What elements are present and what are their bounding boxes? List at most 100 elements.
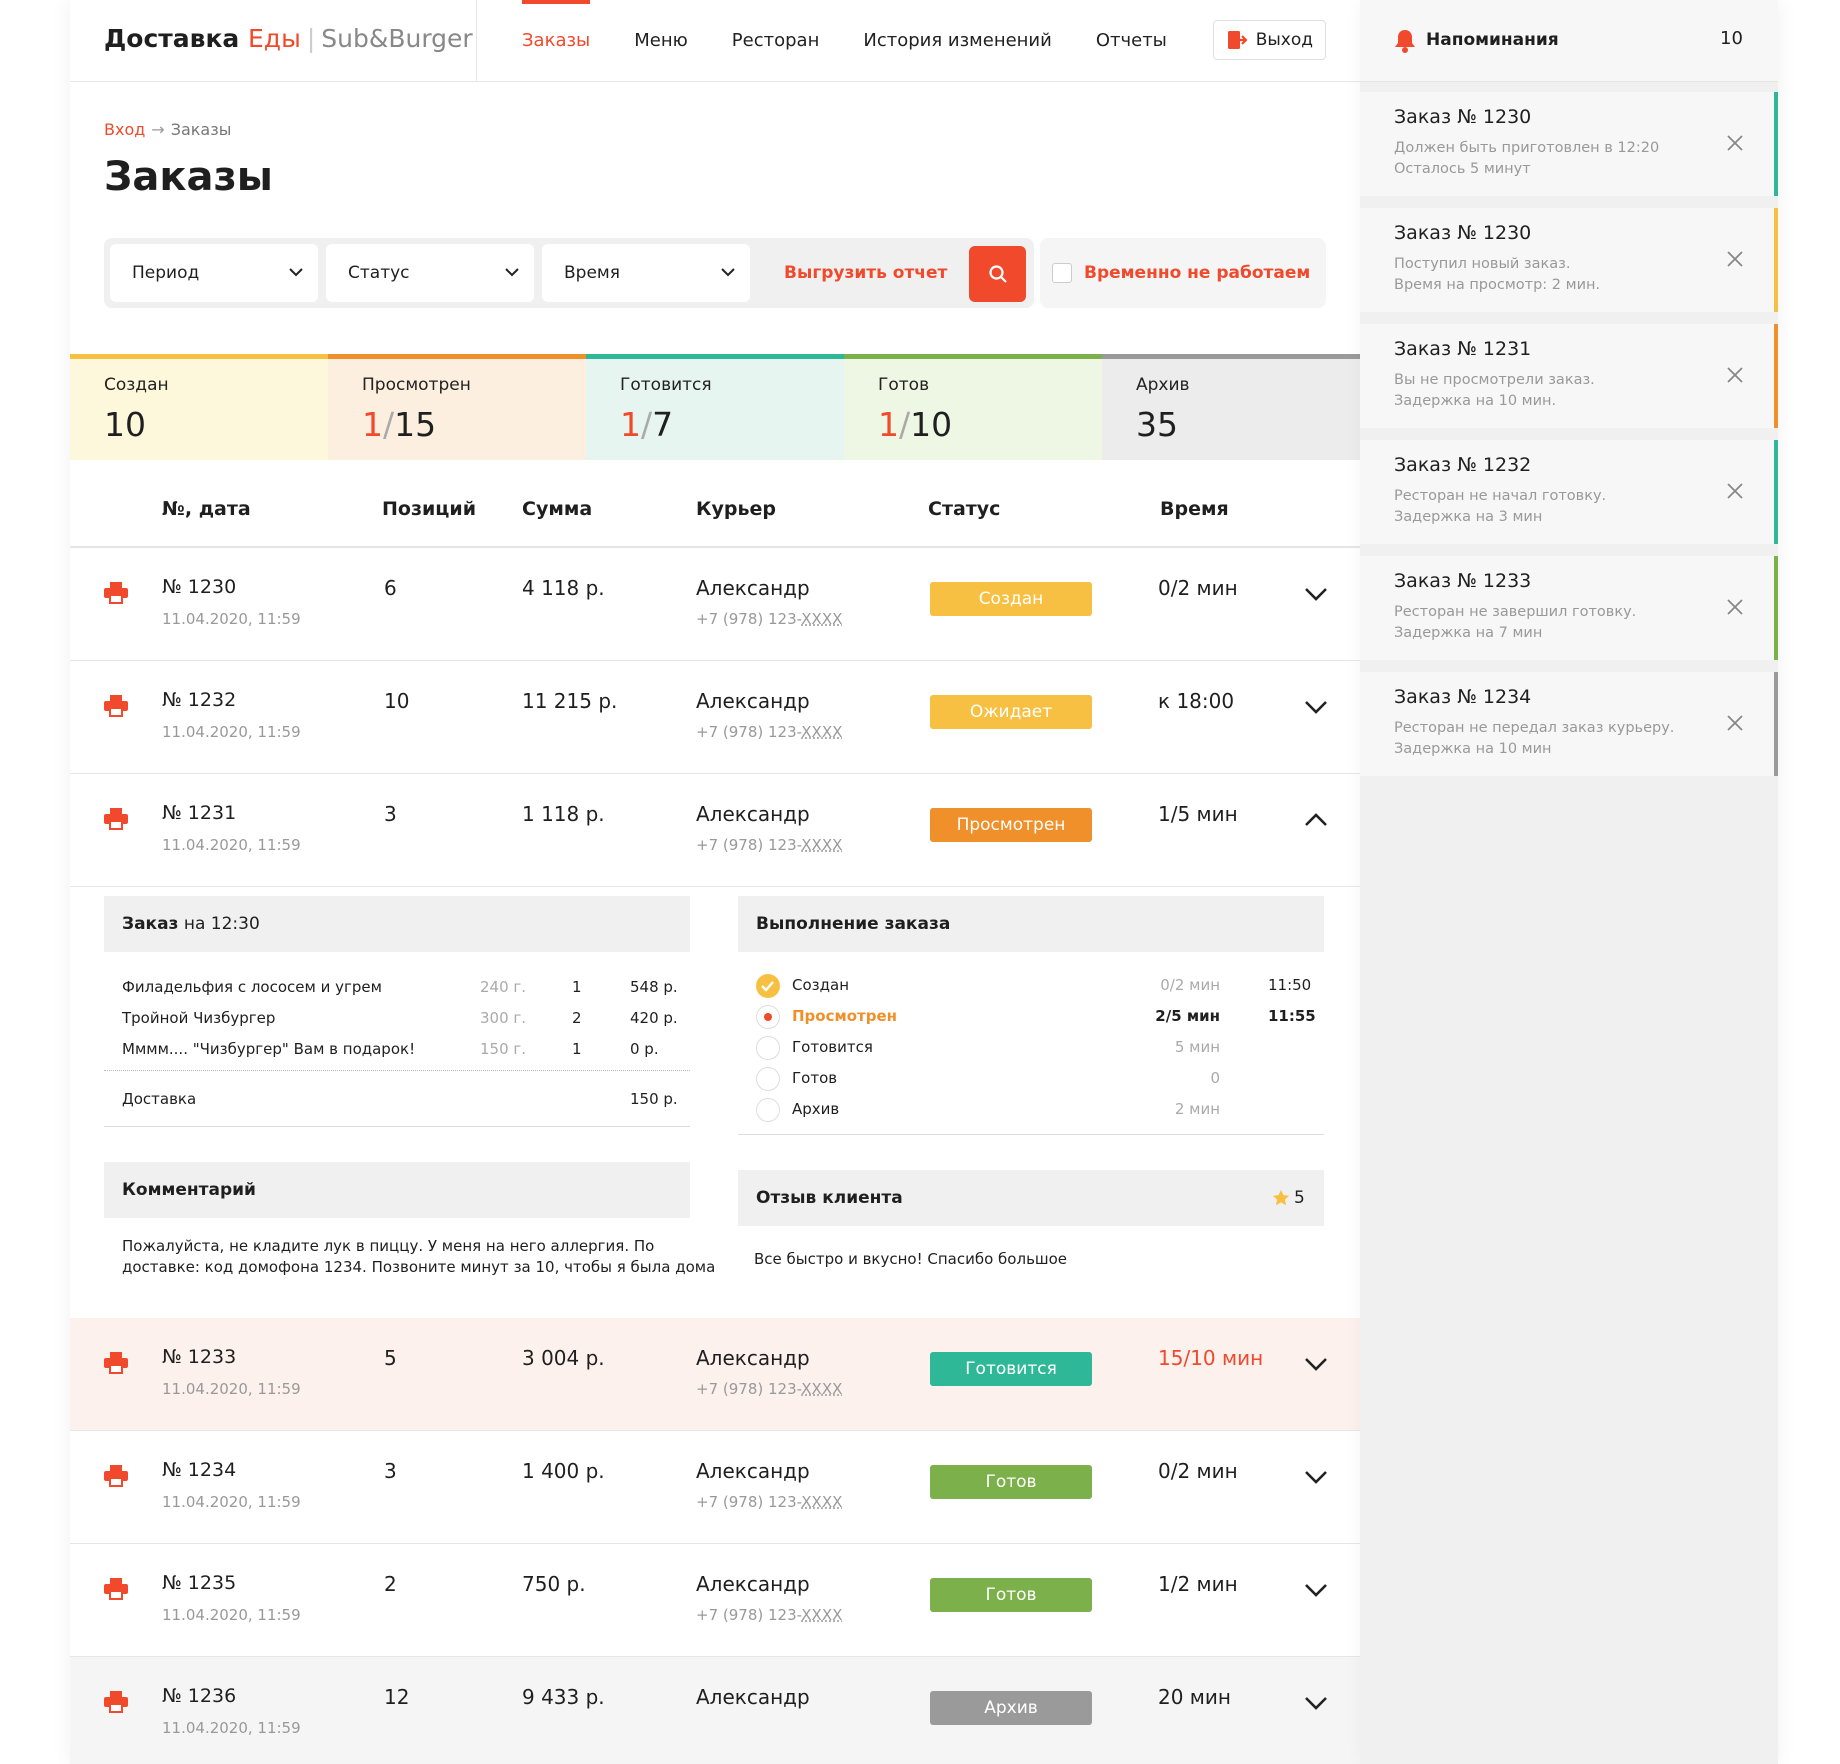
chevron-down-icon[interactable] (1304, 1695, 1328, 1715)
delivery-price: 150 р. (630, 1090, 678, 1108)
reminder-text: Ресторан не завершил готовку. Задержка н… (1394, 604, 1637, 641)
order-positions: 5 (384, 1346, 397, 1370)
stat-0[interactable]: Создан 10 (70, 354, 328, 460)
table-row[interactable]: № 1234 11.04.2020, 11:59 3 1 400 р. Александ… (70, 1431, 1360, 1544)
close-icon[interactable] (1726, 482, 1744, 504)
status-badge: Создан (930, 582, 1092, 616)
reminder-card[interactable]: Заказ № 1230 Должен быть приготовлен в 12… (1360, 92, 1778, 196)
close-icon[interactable] (1726, 134, 1744, 156)
order-time: 1/2 мин (1158, 1572, 1238, 1596)
courier-phone[interactable]: +7 (978) 123-XXXX (696, 836, 842, 854)
search-icon (988, 265, 1007, 283)
printer-icon[interactable] (104, 808, 128, 834)
chevron-up-icon[interactable] (1304, 812, 1328, 832)
courier-name: Александр (696, 689, 810, 713)
table-row[interactable]: № 1232 11.04.2020, 11:59 10 11 215 р. Алекса… (70, 661, 1360, 774)
reminder-card[interactable]: Заказ № 1233 Ресторан не завершил готовку… (1360, 556, 1778, 660)
item-qty: 1 (572, 1040, 582, 1058)
chevron-down-icon[interactable] (1304, 699, 1328, 719)
status-stats: Создан 10 Просмотрен 1/15 Готовится 1/7 Готов 1… (70, 354, 1360, 460)
table-row[interactable]: № 1233 11.04.2020, 11:59 5 3 004 р. Александ… (70, 1318, 1360, 1431)
courier-phone[interactable]: +7 (978) 123-XXXX (696, 1606, 842, 1624)
table-row[interactable]: № 1230 11.04.2020, 11:59 6 4 118 р. Александ… (70, 548, 1360, 661)
status-select[interactable]: Статус (326, 244, 534, 302)
item-weight: 150 г. (480, 1040, 527, 1058)
reminder-card[interactable]: Заказ № 1231 Вы не просмотрели заказ. Зад… (1360, 324, 1778, 428)
order-positions: 3 (384, 1459, 397, 1483)
order-positions: 2 (384, 1572, 397, 1596)
stat-label: Создан (104, 375, 169, 395)
table-row[interactable]: № 1235 11.04.2020, 11:59 2 750 р. Александр +… (70, 1544, 1360, 1657)
courier-phone[interactable]: +7 (978) 123-XXXX (696, 1380, 842, 1398)
chevron-down-icon (505, 268, 519, 277)
breadcrumb-home[interactable]: Вход (104, 120, 145, 139)
nav-restaurant[interactable]: Ресторан (732, 0, 820, 82)
reminder-card[interactable]: Заказ № 1232 Ресторан не начал готовку. З… (1360, 440, 1778, 544)
header: Доставка Еды | Sub&Burger Заказы Меню Рест… (70, 0, 1360, 82)
stat-value: 10 (104, 405, 146, 444)
delivery-label: Доставка (122, 1090, 197, 1108)
printer-icon[interactable] (104, 695, 128, 721)
order-sum: 4 118 р. (522, 576, 605, 600)
stat-3[interactable]: Готов 1/10 (844, 354, 1102, 460)
reminder-title: Заказ № 1230 (1394, 106, 1532, 128)
reminders-header: Напоминания 10 (1360, 0, 1778, 82)
step-duration: 0 (1210, 1069, 1220, 1087)
close-icon[interactable] (1726, 366, 1744, 388)
reminder-card[interactable]: Заказ № 1234 Ресторан не передал заказ ку… (1360, 672, 1778, 776)
stat-2[interactable]: Готовится 1/7 (586, 354, 844, 460)
close-icon[interactable] (1726, 598, 1744, 620)
chevron-down-icon[interactable] (1304, 1469, 1328, 1489)
printer-icon[interactable] (104, 1691, 128, 1717)
printer-icon[interactable] (104, 1352, 128, 1378)
stat-4[interactable]: Архив 35 (1102, 354, 1360, 460)
period-select[interactable]: Период (110, 244, 318, 302)
order-detail: Заказ на 12:30 Филадельфия с лососем и у… (70, 888, 1360, 1318)
printer-icon[interactable] (104, 582, 128, 608)
table-header: №, дата Позиций Сумма Курьер Статус Врем… (70, 460, 1360, 548)
close-icon[interactable] (1726, 714, 1744, 736)
printer-icon[interactable] (104, 1465, 128, 1491)
search-button[interactable] (969, 246, 1026, 302)
order-date: 11.04.2020, 11:59 (162, 1380, 301, 1398)
nav-menu[interactable]: Меню (634, 0, 688, 82)
nav-history[interactable]: История изменений (863, 0, 1051, 82)
time-select[interactable]: Время (542, 244, 750, 302)
reminder-text: Вы не просмотрели заказ. Задержка на 10 … (1394, 372, 1595, 409)
printer-icon[interactable] (104, 1578, 128, 1604)
review-text: Все быстро и вкусно! Спасибо большое (754, 1250, 1068, 1268)
chevron-down-icon[interactable] (1304, 586, 1328, 606)
temporarily-closed-toggle[interactable]: Временно не работаем (1040, 238, 1326, 308)
nav-orders[interactable]: Заказы (522, 0, 591, 82)
chevron-down-icon[interactable] (1304, 1356, 1328, 1376)
reminder-card[interactable]: Заказ № 1230 Поступил новый заказ. Время … (1360, 208, 1778, 312)
order-sum: 9 433 р. (522, 1685, 605, 1709)
order-time: 15/10 мин (1158, 1346, 1264, 1370)
table-row[interactable]: № 1231 11.04.2020, 11:59 3 1 118 р. Александ… (70, 774, 1360, 887)
stat-value: 1/7 (620, 405, 674, 444)
courier-name: Александр (696, 1346, 810, 1370)
export-report-button[interactable]: Выгрузить отчет (784, 238, 947, 308)
reminders-panel: Напоминания 10 Заказ № 1230 Должен быть п… (1360, 0, 1778, 1764)
stat-label: Готовится (620, 375, 712, 395)
close-icon[interactable] (1726, 250, 1744, 272)
stat-label: Готов (878, 375, 930, 395)
step-time: 11:50 (1268, 976, 1312, 994)
stat-1[interactable]: Просмотрен 1/15 (328, 354, 586, 460)
logout-button[interactable]: Выход (1212, 20, 1326, 60)
chevron-down-icon[interactable] (1304, 1582, 1328, 1602)
order-date: 11.04.2020, 11:59 (162, 723, 301, 741)
item-price: 420 р. (630, 1009, 678, 1027)
pending-step-icon (756, 1098, 780, 1122)
courier-phone[interactable]: +7 (978) 123-XXXX (696, 610, 842, 628)
stat-label: Просмотрен (362, 375, 471, 395)
item-name: Филадельфия с лососем и угрем (122, 978, 382, 996)
order-time: к 18:00 (1158, 689, 1235, 713)
courier-phone[interactable]: +7 (978) 123-XXXX (696, 723, 842, 741)
order-number: № 1232 (162, 689, 237, 711)
step-label: Создан (792, 976, 849, 994)
courier-phone[interactable]: +7 (978) 123-XXXX (696, 1493, 842, 1511)
table-row[interactable]: № 1236 11.04.2020, 11:59 12 9 433 р. Алексан… (70, 1657, 1360, 1764)
nav-reports[interactable]: Отчеты (1096, 0, 1167, 82)
closed-checkbox[interactable] (1052, 263, 1072, 283)
